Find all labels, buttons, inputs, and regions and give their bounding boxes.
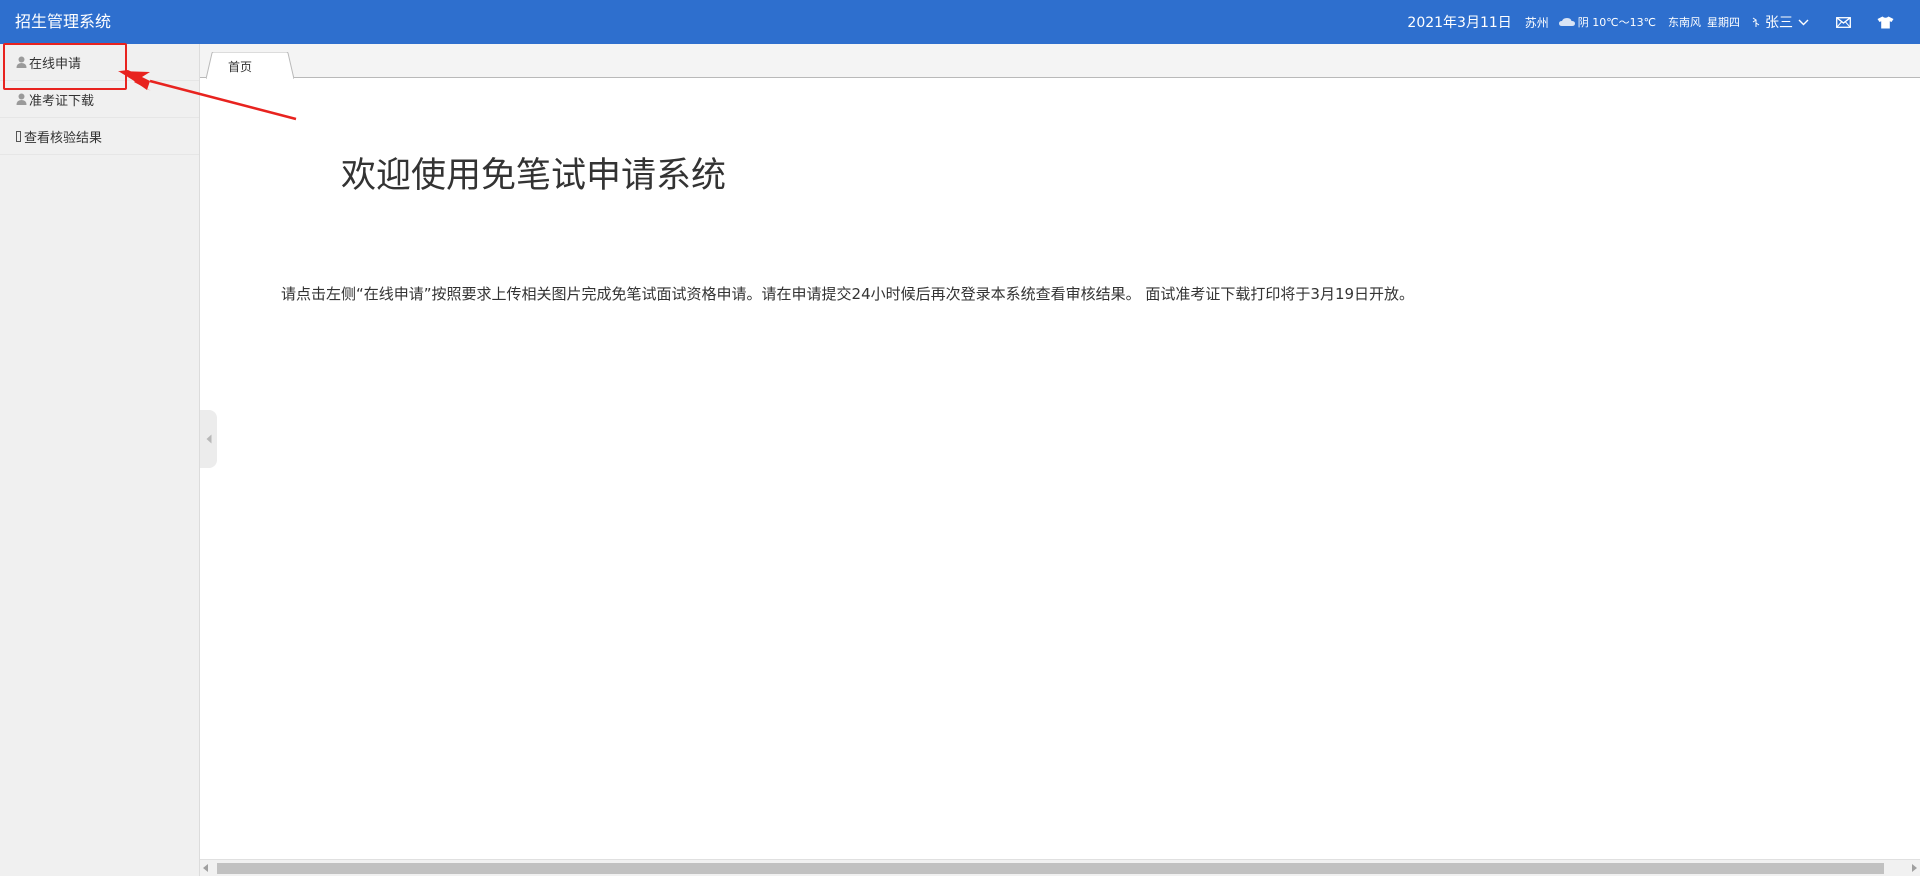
main-content: 欢迎使用免笔试申请系统 请点击左侧“在线申请”按照要求上传相关图片完成免笔试面试… xyxy=(200,79,1920,859)
tab-bar: 首页 xyxy=(200,44,1920,79)
sidebar-collapse-handle[interactable] xyxy=(200,410,217,468)
mail-icon xyxy=(1836,16,1851,28)
header-right: 2021年3月11日 苏州 阴 10℃～13℃ 东南风 星期四 张三 xyxy=(1407,0,1894,44)
theme-button[interactable] xyxy=(1877,16,1894,29)
mail-button[interactable] xyxy=(1836,16,1851,28)
tshirt-icon xyxy=(1877,16,1894,28)
box-glyph-icon xyxy=(16,130,21,142)
chevron-left-icon xyxy=(206,434,211,444)
cloud-icon xyxy=(1558,18,1575,26)
user-name: 张三 xyxy=(1765,15,1793,31)
header-weather: 阴 10℃～13℃ xyxy=(1558,14,1656,30)
header-wind: 东南风 xyxy=(1668,16,1701,29)
tab-home[interactable]: 首页 xyxy=(206,52,294,79)
app-title: 招生管理系统 xyxy=(15,12,112,31)
header-city: 苏州 xyxy=(1524,15,1549,30)
notice-text: 请点击左侧“在线申请”按照要求上传相关图片完成免笔试面试资格申请。请在申请提交2… xyxy=(281,285,1415,303)
welcome-heading: 欢迎使用免笔试申请系统 xyxy=(341,156,727,196)
sidebar-item-admission-ticket[interactable]: 准考证下载 xyxy=(0,81,199,118)
header-date: 2021年3月11日 xyxy=(1407,15,1512,31)
sidebar-item-label: 在线申请 xyxy=(29,56,82,72)
sidebar-item-online-apply[interactable]: 在线申请 xyxy=(0,44,199,81)
horizontal-scrollbar[interactable] xyxy=(200,859,1920,876)
sidebar-item-label: 准考证下载 xyxy=(29,93,95,109)
user-menu[interactable]: 张三 xyxy=(1752,12,1814,32)
user-icon xyxy=(16,56,27,68)
scrollbar-thumb[interactable] xyxy=(217,863,1884,874)
user-icon xyxy=(16,93,27,105)
sidebar-item-label: 查看核验结果 xyxy=(24,130,103,146)
sidebar-item-verify-result[interactable]: 查看核验结果 xyxy=(0,118,199,155)
user-small-icon xyxy=(1752,17,1760,27)
header-weekday: 星期四 xyxy=(1707,16,1740,29)
tab-label: 首页 xyxy=(228,60,253,74)
scroll-left-arrow-icon[interactable] xyxy=(203,864,208,872)
scroll-right-arrow-icon[interactable] xyxy=(1912,864,1917,872)
weather-text: 阴 10℃～13℃ xyxy=(1577,16,1656,29)
sidebar: 在线申请 准考证下载 查看核验结果 xyxy=(0,44,200,876)
top-header: 招生管理系统 2021年3月11日 苏州 阴 10℃～13℃ 东南风 星期四 张… xyxy=(0,0,1920,44)
chevron-down-icon xyxy=(1798,19,1809,25)
